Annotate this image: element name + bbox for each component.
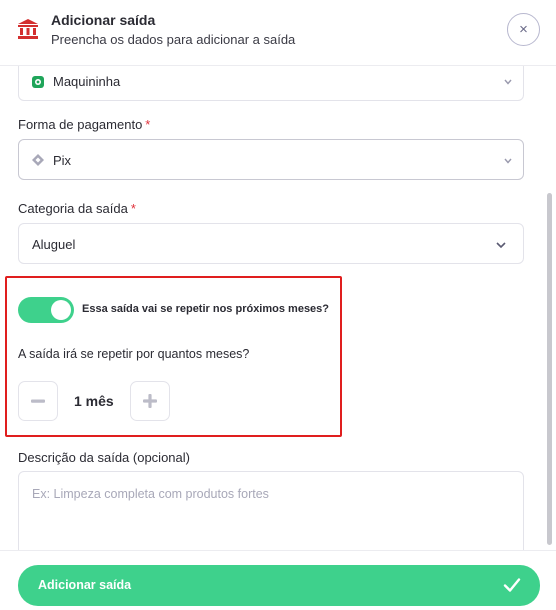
chevron-down-icon	[504, 79, 512, 85]
category-label: Categoria da saída *	[18, 201, 136, 216]
plus-icon	[143, 394, 157, 408]
payment-method-select[interactable]: Pix	[18, 139, 524, 180]
months-value: 1 mês	[74, 393, 114, 409]
category-select[interactable]: Aluguel	[18, 223, 524, 264]
pix-icon	[32, 154, 44, 166]
account-select[interactable]: Maquininha	[18, 66, 524, 101]
modal-subtitle: Preencha os dados para adicionar a saída	[51, 32, 296, 47]
check-icon	[503, 578, 521, 592]
add-expense-button-label: Adicionar saída	[38, 578, 132, 592]
payment-method-value: Pix	[53, 153, 72, 168]
recurrence-toggle[interactable]	[18, 297, 74, 323]
modal-header: Adicionar saída Preencha os dados para a…	[0, 0, 556, 66]
form-content[interactable]: Maquininha Forma de pagamento * Pix Categ…	[0, 66, 556, 550]
required-mark: *	[145, 117, 151, 132]
required-mark: *	[130, 201, 136, 216]
close-icon: ×	[519, 21, 528, 38]
category-value: Aluguel	[32, 237, 76, 252]
minus-icon	[31, 399, 45, 403]
payment-method-label: Forma de pagamento *	[18, 117, 151, 132]
chevron-down-icon	[504, 158, 512, 164]
bank-icon	[18, 19, 38, 39]
account-select-value: Maquininha	[53, 74, 121, 89]
description-placeholder: Ex: Limpeza completa com produtos fortes	[32, 487, 269, 501]
card-reader-icon	[32, 76, 44, 88]
scrollbar[interactable]	[547, 193, 552, 545]
decrement-button[interactable]	[18, 381, 58, 421]
modal-footer: Adicionar saída	[0, 550, 556, 610]
modal-title: Adicionar saída	[51, 12, 156, 28]
repeat-months-question: A saída irá se repetir por quantos meses…	[18, 347, 250, 361]
chevron-down-icon	[496, 242, 506, 249]
recurrence-toggle-label: Essa saída vai se repetir nos próximos m…	[82, 303, 330, 315]
increment-button[interactable]	[130, 381, 170, 421]
description-textarea[interactable]: Ex: Limpeza completa com produtos fortes	[18, 471, 524, 550]
description-label: Descrição da saída (opcional)	[18, 450, 190, 465]
add-expense-button[interactable]: Adicionar saída	[18, 565, 540, 606]
toggle-knob	[51, 300, 71, 320]
close-button[interactable]: ×	[507, 13, 540, 46]
